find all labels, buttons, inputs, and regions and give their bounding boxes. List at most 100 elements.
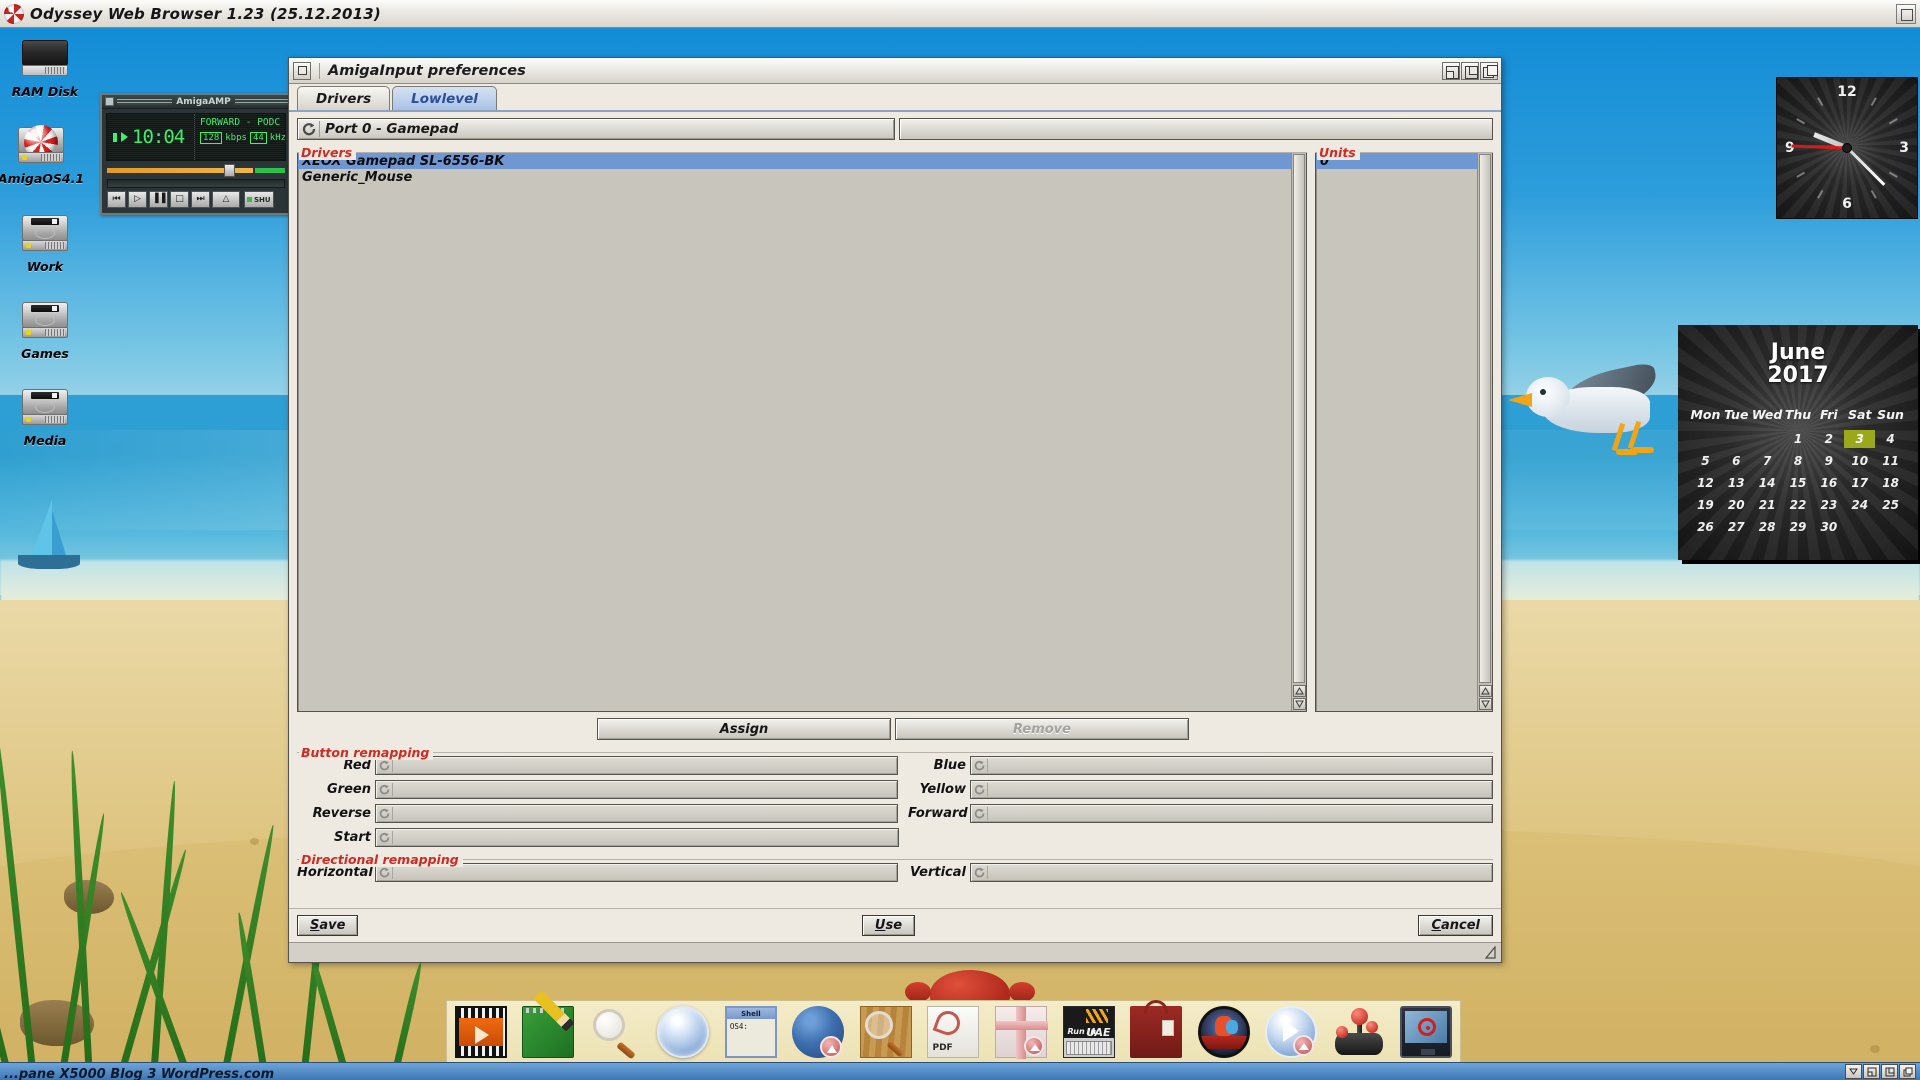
window-resize-icon[interactable] <box>1483 945 1497 959</box>
amigaamp-window[interactable]: AmigaAMP 10:04 FORWARD - PODC 128 kbps 4… <box>100 93 292 215</box>
calendar-day[interactable]: 9 <box>1813 452 1844 470</box>
calendar-day[interactable]: 16 <box>1813 474 1844 492</box>
use-button[interactable]: Use <box>861 915 916 936</box>
scrollbar-thumb[interactable] <box>1293 154 1305 683</box>
desktop-icon-ram-disk[interactable]: RAM Disk <box>0 38 90 99</box>
iconify-icon[interactable] <box>1442 61 1460 80</box>
amigaamp-sliders[interactable] <box>107 163 285 177</box>
eject-button[interactable]: △ <box>212 191 240 208</box>
dock-item-pdf-reader[interactable]: PDF <box>927 1006 980 1058</box>
volume-slider[interactable] <box>107 163 253 177</box>
dock-item-find[interactable] <box>590 1006 642 1060</box>
dock-item-joystick[interactable] <box>1333 1006 1385 1058</box>
remap-field-vertical[interactable] <box>970 863 1493 882</box>
scroll-down-arrow-icon[interactable] <box>1293 698 1306 710</box>
desktop-icon-work[interactable]: Work <box>0 213 90 274</box>
calendar-day[interactable]: 12 <box>1690 474 1721 492</box>
remap-field-reverse[interactable] <box>375 804 898 823</box>
cancel-button[interactable]: Cancel <box>1418 915 1494 936</box>
tab-lowlevel[interactable]: Lowlevel <box>392 86 497 110</box>
desktop-icon-games[interactable]: Games <box>0 300 90 361</box>
calendar-day[interactable]: 22 <box>1783 496 1814 514</box>
scroll-down-arrow-icon[interactable] <box>1479 698 1492 710</box>
amigaamp-titlebar[interactable]: AmigaAMP <box>102 95 290 109</box>
pause-button[interactable]: ▐▐ <box>149 191 168 208</box>
screen-depth-icon[interactable] <box>1896 3 1916 24</box>
port-cycle-gadget[interactable]: Port 0 - Gamepad <box>297 118 895 140</box>
play-button[interactable]: ▷ <box>128 191 147 208</box>
window-titlebar[interactable]: AmigaInput preferences <box>289 58 1501 84</box>
remap-field-red[interactable] <box>375 756 898 775</box>
chevron-down-icon[interactable] <box>1845 1064 1862 1079</box>
dock-item-wood-search[interactable] <box>859 1006 912 1058</box>
desktop-icon-amigaos[interactable]: AmigaOS4.1 <box>0 125 86 186</box>
calendar-day[interactable]: 28 <box>1752 518 1783 536</box>
balance-slider[interactable] <box>255 167 285 173</box>
calendar-day[interactable]: 8 <box>1783 452 1814 470</box>
calendar-day[interactable]: 11 <box>1875 452 1906 470</box>
zoom-icon[interactable] <box>1461 61 1479 80</box>
calendar-day[interactable]: 19 <box>1690 496 1721 514</box>
calendar-day[interactable]: 18 <box>1875 474 1906 492</box>
dock-item-media-player[interactable] <box>1265 1006 1318 1058</box>
clock-widget[interactable]: 12 3 6 9 <box>1777 78 1917 218</box>
tab-drivers[interactable]: Drivers <box>297 86 391 110</box>
calendar-day[interactable]: 21 <box>1752 496 1783 514</box>
calendar-day[interactable]: 26 <box>1690 518 1721 536</box>
prev-track-button[interactable]: ⏮ <box>107 191 126 208</box>
scroll-up-arrow-icon[interactable] <box>1479 685 1492 697</box>
dock-item-browser[interactable] <box>792 1006 845 1058</box>
volume-slider-knob[interactable] <box>224 163 235 177</box>
calendar-day[interactable]: 30 <box>1813 518 1844 536</box>
taskbar-zoom-icon[interactable] <box>1881 1064 1898 1079</box>
calendar-day[interactable]: 23 <box>1813 496 1844 514</box>
taskbar-window-title[interactable]: ...pane X5000 Blog 3 WordPress.com <box>0 1067 274 1080</box>
position-slider[interactable] <box>107 179 285 188</box>
drivers-listview[interactable]: XEOX Gamepad SL-6556-BK Generic_Mouse <box>297 152 1307 712</box>
dock-item-game[interactable] <box>1197 1006 1250 1058</box>
units-scrollbar[interactable] <box>1477 153 1492 711</box>
calendar-day-today[interactable]: 3 <box>1844 430 1876 449</box>
remap-field-green[interactable] <box>375 780 898 799</box>
dock-item-movie-player[interactable] <box>454 1006 507 1058</box>
remap-field-blue[interactable] <box>970 756 1493 775</box>
drivers-scrollbar[interactable] <box>1291 153 1306 711</box>
desktop-icon-media[interactable]: Media <box>0 387 90 448</box>
calendar-day[interactable]: 5 <box>1690 452 1721 470</box>
dock-item-shop[interactable] <box>1130 1000 1183 1058</box>
units-listview[interactable]: 0 <box>1315 152 1493 712</box>
dock-item-text-editor[interactable] <box>522 990 575 1058</box>
stop-button[interactable]: □ <box>170 191 189 208</box>
remap-field-yellow[interactable] <box>970 780 1493 799</box>
table-row[interactable]: Generic_Mouse <box>298 169 1291 185</box>
next-track-button[interactable]: ⏭ <box>191 191 210 208</box>
remap-field-forward[interactable] <box>970 804 1493 823</box>
scroll-up-arrow-icon[interactable] <box>1293 685 1306 697</box>
dock-item-screen-target[interactable] <box>1400 1006 1453 1058</box>
dock-item-amiga-ball[interactable] <box>657 1006 710 1058</box>
calendar-day[interactable]: 15 <box>1783 474 1814 492</box>
screen-titlebar[interactable]: Odyssey Web Browser 1.23 (25.12.2013) <box>0 0 1920 28</box>
calendar-day[interactable]: 6 <box>1721 452 1752 470</box>
calendar-day[interactable]: 17 <box>1844 474 1875 492</box>
calendar-day[interactable]: 2 <box>1813 430 1844 448</box>
amigainput-preferences-window[interactable]: AmigaInput preferences Drivers Lowlevel … <box>288 57 1502 963</box>
calendar-day[interactable]: 20 <box>1721 496 1752 514</box>
calendar-day[interactable]: 14 <box>1752 474 1783 492</box>
table-row[interactable]: XEOX Gamepad SL-6556-BK <box>298 153 1291 169</box>
calendar-day[interactable]: 25 <box>1875 496 1906 514</box>
dock-item-runinuae[interactable]: Run In UAE <box>1062 1006 1115 1058</box>
calendar-day[interactable]: 24 <box>1844 496 1875 514</box>
remap-field-start[interactable] <box>375 828 899 847</box>
dock-item-installer[interactable] <box>995 1006 1049 1059</box>
calendar-day[interactable]: 7 <box>1752 452 1783 470</box>
calendar-day[interactable]: 10 <box>1844 452 1875 470</box>
calendar-day[interactable]: 29 <box>1783 518 1814 536</box>
depth-arrange-icon[interactable] <box>1480 61 1498 80</box>
calendar-day[interactable]: 4 <box>1875 430 1906 448</box>
assign-button[interactable]: Assign <box>597 718 891 740</box>
save-button[interactable]: Save <box>297 915 359 936</box>
calendar-day[interactable]: 13 <box>1721 474 1752 492</box>
calendar-day[interactable]: 27 <box>1721 518 1752 536</box>
calendar-day[interactable]: 1 <box>1783 430 1814 448</box>
